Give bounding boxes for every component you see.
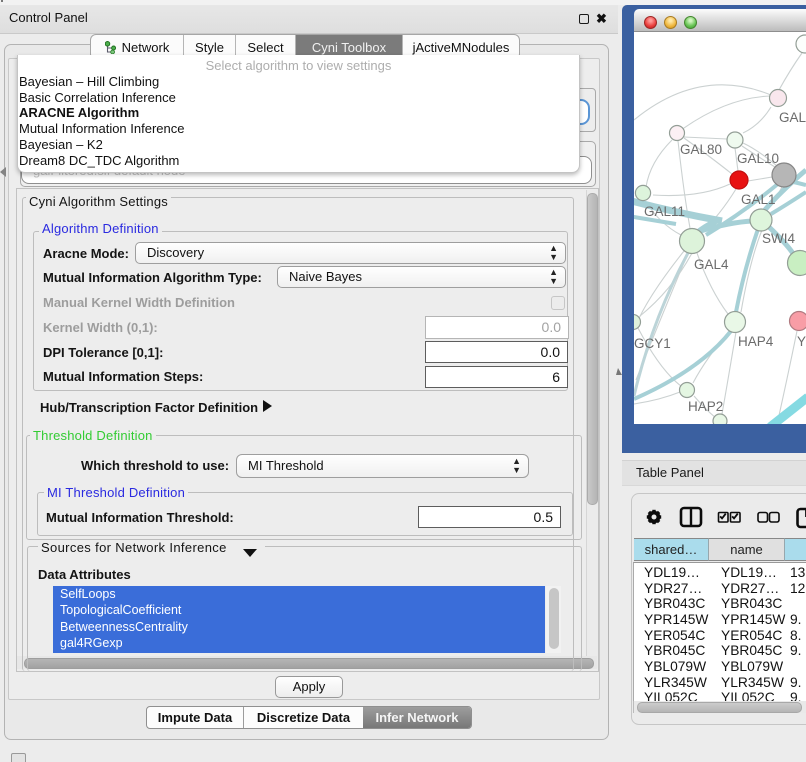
svg-text:GAL: GAL [779,110,806,125]
svg-text:GAL1: GAL1 [741,192,776,207]
svg-text:HAP2: HAP2 [688,399,723,414]
svg-text:SWI4: SWI4 [762,231,795,246]
svg-text:HAP4: HAP4 [738,334,774,349]
svg-text:GAL4: GAL4 [694,257,729,272]
svg-text:Y: Y [797,334,806,349]
svg-text:GAL11: GAL11 [644,204,685,219]
svg-text:GAL10: GAL10 [737,151,779,166]
svg-text:GCY1: GCY1 [634,336,671,351]
svg-text:GAL80: GAL80 [680,142,722,157]
